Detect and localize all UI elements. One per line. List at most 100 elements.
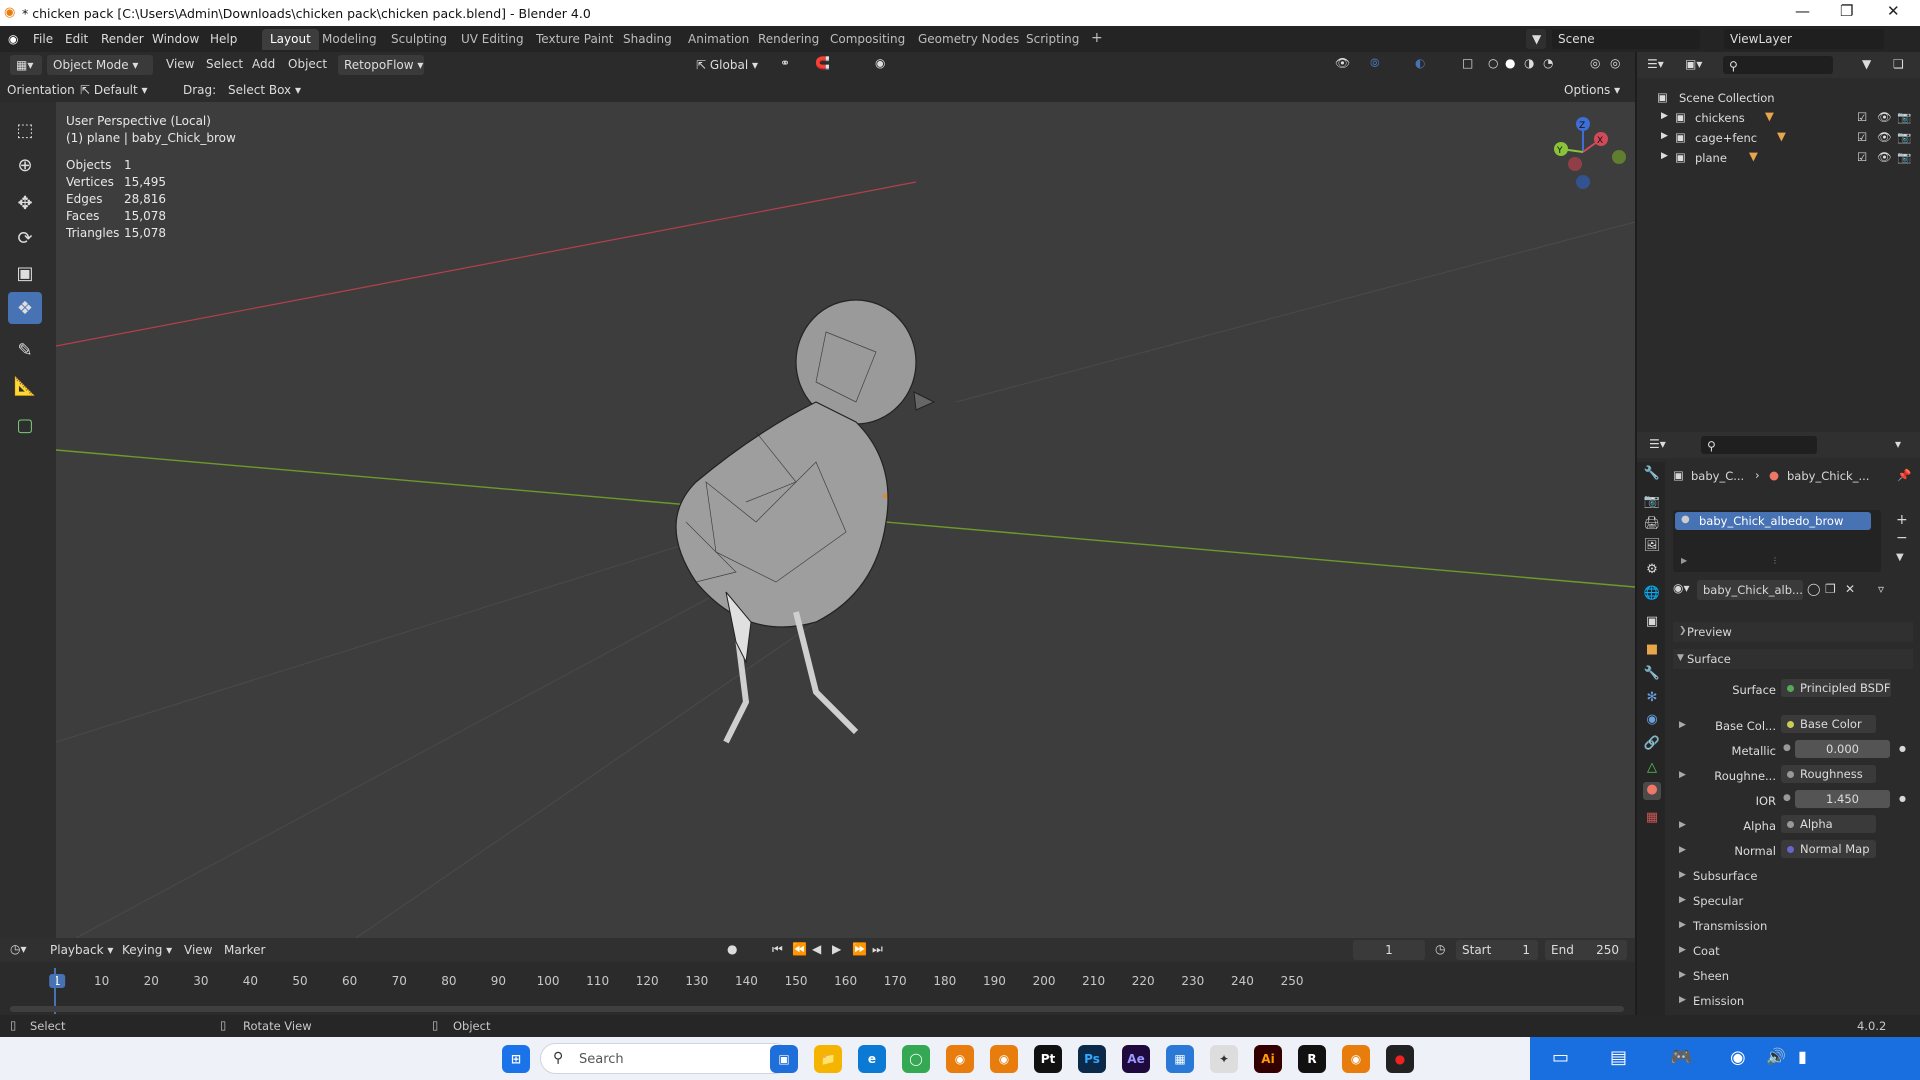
unlink-material-icon[interactable]: ✕	[1845, 582, 1855, 596]
slot-specials-icon[interactable]: ▼	[1896, 552, 1904, 563]
tab-shading[interactable]: Shading	[615, 29, 680, 50]
move-tool-icon[interactable]: ✥	[8, 187, 42, 219]
expand-icon[interactable]: ▶	[1679, 770, 1686, 780]
expand-icon[interactable]: ▶	[1661, 151, 1668, 161]
input-link-field[interactable]: Roughness	[1781, 765, 1876, 783]
menu-edit[interactable]: Edit	[65, 32, 88, 46]
particles-tab-icon[interactable]: ✻	[1643, 690, 1661, 708]
viewport-menu-add[interactable]: Add	[252, 57, 275, 71]
navigation-gizmo[interactable]: Z X Y	[1543, 112, 1633, 202]
material-name-field[interactable]: baby_Chick_alb...	[1697, 580, 1803, 600]
visibility-icon[interactable]: 👁	[1335, 56, 1350, 70]
link-options-icon[interactable]: ▿	[1878, 582, 1884, 596]
render-tab-icon[interactable]: 📷	[1643, 494, 1661, 512]
outliner-search-input[interactable]: ⚲	[1723, 56, 1833, 74]
collection-tab-icon[interactable]: ▣	[1643, 614, 1661, 632]
add-workspace-button[interactable]: +	[1083, 29, 1111, 50]
fake-user-icon[interactable]: ◯	[1807, 582, 1820, 596]
tab-compositing[interactable]: Compositing	[822, 29, 913, 50]
input-link-field[interactable]: Base Color	[1781, 715, 1876, 733]
output-tab-icon[interactable]: 🖨	[1643, 516, 1661, 534]
transform-orientation-selector[interactable]: ⇱ Global ▾	[690, 55, 770, 75]
checkbox-icon[interactable]: ☑	[1857, 150, 1867, 164]
expand-icon[interactable]: ▶	[1681, 556, 1687, 565]
tab-uv-editing[interactable]: UV Editing	[453, 29, 532, 50]
cursor-tool-icon[interactable]: ⊕	[8, 149, 42, 181]
rendered-shading-icon[interactable]: ◔	[1543, 56, 1553, 70]
add-cube-tool-icon[interactable]: ▢	[8, 409, 42, 441]
eye-icon[interactable]: 👁	[1877, 150, 1892, 164]
camera-icon[interactable]: 📷	[1897, 130, 1911, 144]
drag-selector[interactable]: Select Box ▾	[222, 80, 301, 100]
modifier-tab-icon[interactable]: 🔧	[1643, 666, 1661, 684]
subsection-subsurface[interactable]: ▶ Subsurface	[1673, 865, 1918, 887]
camera-tray-icon[interactable]: ◉	[1730, 1047, 1746, 1068]
material-shading-icon[interactable]: ◑	[1524, 56, 1534, 70]
file-explorer-icon[interactable]: 📁	[814, 1045, 842, 1073]
outliner-item[interactable]: ▶ ▣ cage+fenc ▼ ☑ 👁 📷	[1637, 128, 1920, 148]
surface-section-header[interactable]: ▼ Surface	[1673, 649, 1913, 669]
tab-texture-paint[interactable]: Texture Paint	[528, 29, 621, 50]
input-link-field[interactable]: Alpha	[1781, 815, 1876, 833]
solid-shading-icon[interactable]: ●	[1505, 56, 1515, 70]
blender-active-icon[interactable]: ◉	[1342, 1045, 1370, 1073]
filter-icon[interactable]: ▼	[1862, 57, 1871, 71]
scene-tab-icon[interactable]: ⚙	[1643, 562, 1661, 580]
ior-field[interactable]: 1.450	[1795, 790, 1890, 808]
scene-selector[interactable]: Scene	[1552, 29, 1700, 49]
battery-icon[interactable]: ▮	[1798, 1047, 1807, 1066]
remove-slot-button[interactable]: −	[1896, 530, 1908, 546]
transform-tool-icon[interactable]: ❖	[8, 292, 42, 324]
rotate-tool-icon[interactable]: ⟳	[8, 222, 42, 254]
windows-start-icon[interactable]: ⊞	[502, 1045, 530, 1073]
properties-editor-icon[interactable]: ☰▾	[1649, 437, 1666, 451]
expand-icon[interactable]: ▶	[1661, 131, 1668, 141]
viewlayer-selector[interactable]: ViewLayer	[1724, 29, 1884, 49]
options-dropdown[interactable]: Options ▾	[1558, 80, 1626, 100]
subsection-transmission[interactable]: ▶ Transmission	[1673, 915, 1918, 937]
expand-icon[interactable]: ▶	[1679, 820, 1686, 830]
preview-section-header[interactable]: ❯ Preview	[1673, 622, 1913, 642]
new-collection-icon[interactable]: ❏	[1893, 57, 1904, 71]
gamepad-icon[interactable]: 🎮	[1670, 1047, 1692, 1068]
menu-file[interactable]: File	[33, 32, 53, 46]
world-tab-icon[interactable]: 🌐	[1643, 586, 1661, 604]
subsection-specular[interactable]: ▶ Specular	[1673, 890, 1918, 912]
proportional-edit-icon[interactable]: ◉	[875, 56, 885, 70]
blender-menu-icon[interactable]: ◉	[8, 32, 18, 46]
desktop-icon[interactable]: ▭	[1552, 1047, 1569, 1068]
rider-icon[interactable]: R	[1298, 1045, 1326, 1073]
tab-layout[interactable]: Layout	[262, 29, 319, 50]
frame-ruler[interactable]: 1 10 20 30 40 50 60 70 80 90 100 110 120 130 140 150 160…	[0, 938, 1635, 1014]
3d-viewport[interactable]: User Perspective (Local) (1) plane | bab…	[56, 102, 1635, 938]
annotate-tool-icon[interactable]: ✎	[8, 334, 42, 366]
tab-rendering[interactable]: Rendering	[750, 29, 827, 50]
material-browse-icon[interactable]: ◉▾	[1673, 581, 1690, 595]
display-mode-icon[interactable]: ▣▾	[1685, 57, 1702, 71]
timeline-scrollbar[interactable]	[10, 1006, 1624, 1012]
checkbox-icon[interactable]: ☑	[1857, 130, 1867, 144]
chicken-mesh[interactable]	[675, 299, 936, 744]
maximize-button[interactable]: ❐	[1840, 2, 1853, 20]
object-tab-icon[interactable]: ■	[1643, 642, 1661, 660]
duplicate-material-icon[interactable]: ❐	[1825, 582, 1836, 596]
add-slot-button[interactable]: +	[1896, 512, 1908, 528]
retopoflow-menu[interactable]: RetopoFlow ▾	[338, 55, 424, 75]
subsection-coat[interactable]: ▶ Coat	[1673, 940, 1918, 962]
menu-render[interactable]: Render	[101, 32, 144, 46]
editor-type-icon[interactable]: ▦▾	[10, 55, 42, 75]
tab-sculpting[interactable]: Sculpting	[383, 29, 455, 50]
scale-tool-icon[interactable]: ▣	[8, 257, 42, 289]
expand-icon[interactable]: ▶	[1661, 111, 1668, 121]
menu-help[interactable]: Help	[210, 32, 237, 46]
volume-icon[interactable]: 🔊	[1766, 1047, 1786, 1066]
outliner-item[interactable]: ▶ ▣ plane ▼ ☑ 👁 📷	[1637, 148, 1920, 168]
minimize-button[interactable]: —	[1795, 2, 1810, 20]
checkbox-icon[interactable]: ☑	[1857, 110, 1867, 124]
tool-tab-icon[interactable]: 🔧	[1643, 466, 1661, 484]
eye-icon[interactable]: 👁	[1877, 130, 1892, 144]
blender-app-icon[interactable]: ◉	[946, 1045, 974, 1073]
viewport-menu-view[interactable]: View	[166, 57, 194, 71]
expand-icon[interactable]: ▶	[1679, 845, 1686, 855]
pin-icon[interactable]: 📌	[1897, 468, 1911, 482]
